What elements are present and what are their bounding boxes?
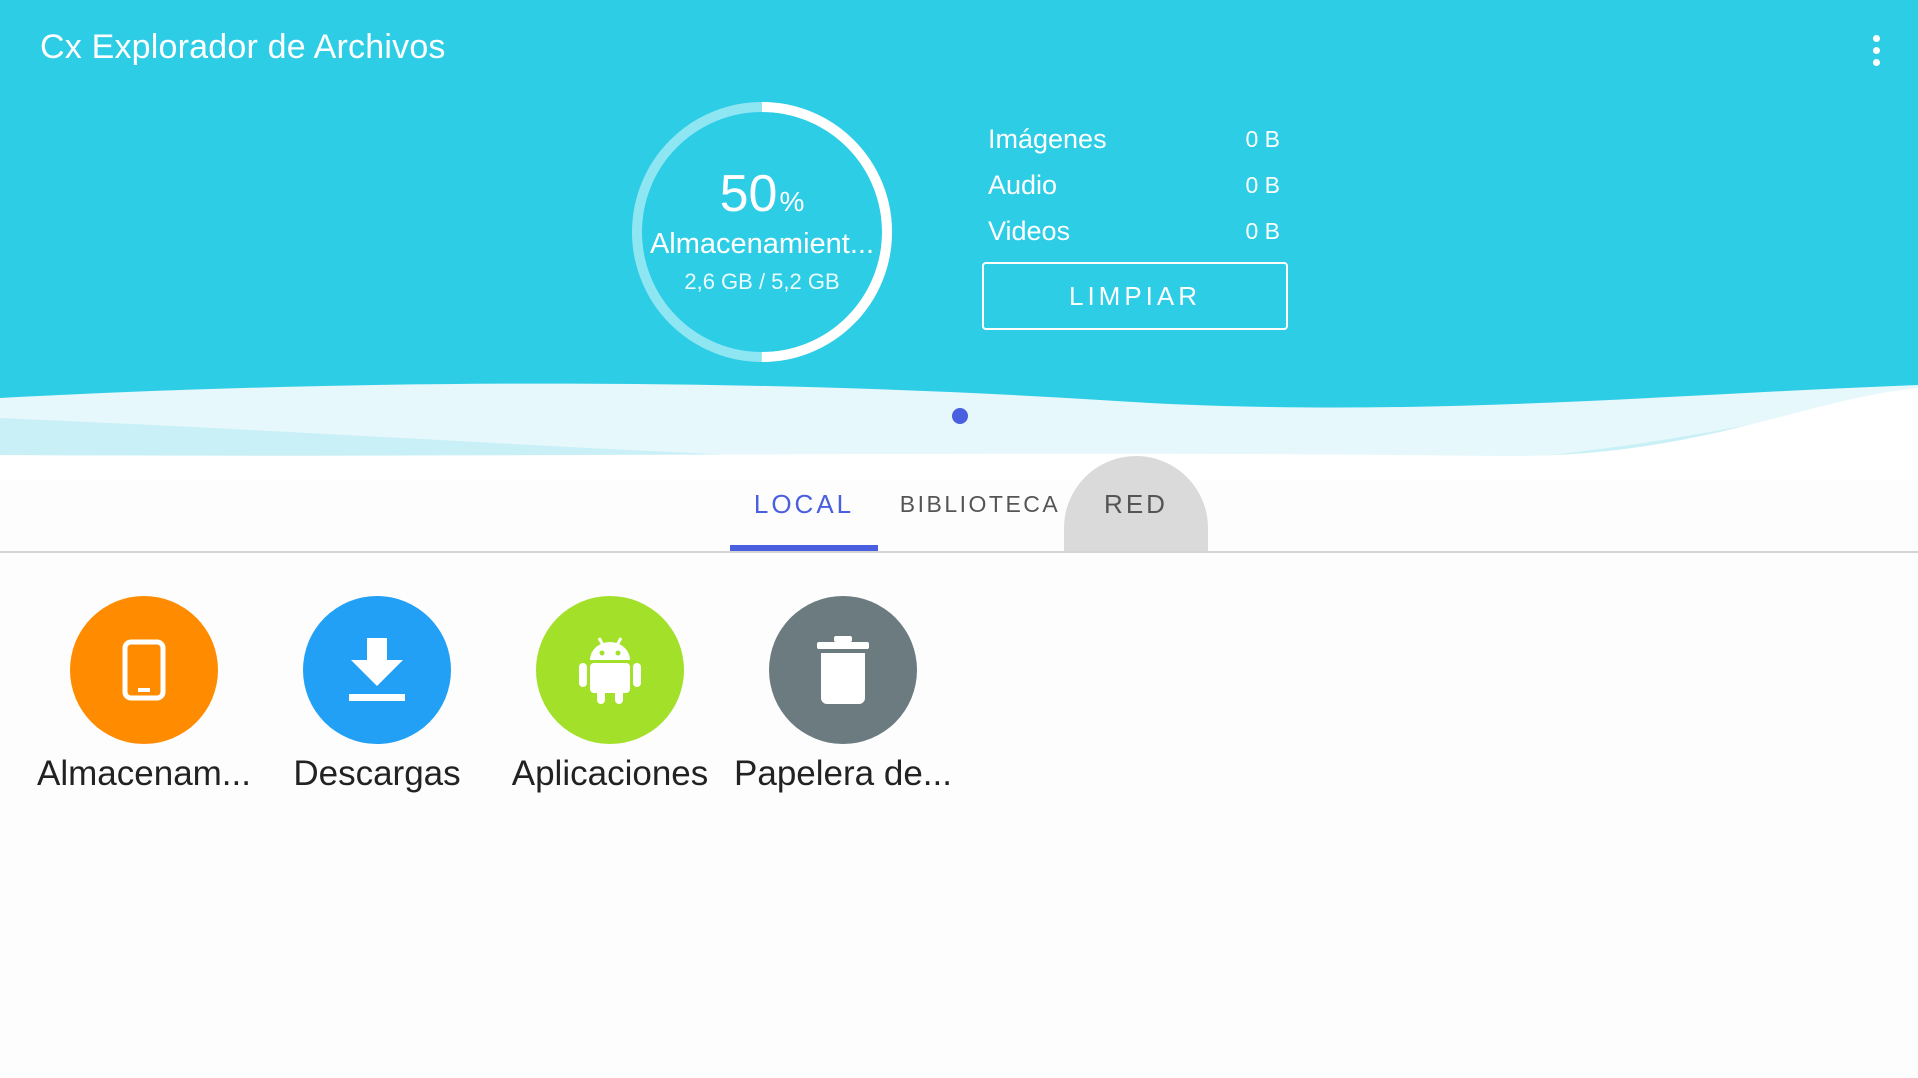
storage-name: Almacenamient... — [649, 227, 875, 260]
shortcut-icon-circle — [303, 596, 451, 744]
tab-label: RED — [1104, 488, 1168, 519]
stat-label: Audio — [988, 169, 1058, 200]
app-window: Cx Explorador de Archivos 50 % Almacenam… — [0, 0, 1918, 1078]
tab-label: LOCAL — [753, 488, 855, 519]
shortcut-label: Descargas — [293, 754, 461, 793]
tablet-icon — [122, 639, 166, 701]
stat-value: 0 B — [1245, 217, 1280, 244]
storage-summary: 50 % Almacenamient... 2,6 GB / 5,2 GB — [622, 92, 902, 372]
android-icon — [579, 637, 641, 704]
shortcut-label: Almacenam... — [37, 754, 251, 793]
trash-icon — [817, 636, 869, 704]
shortcut-applications[interactable]: Aplicaciones — [500, 596, 720, 794]
stat-row-videos: Videos 0 B — [988, 208, 1288, 254]
shortcut-label: Aplicaciones — [511, 754, 709, 793]
stat-label: Videos — [988, 215, 1071, 246]
storage-size: 2,6 GB / 5,2 GB — [684, 268, 840, 294]
shortcut-label: Papelera de... — [734, 754, 952, 793]
stat-value: 0 B — [1245, 171, 1280, 198]
download-icon — [349, 638, 405, 701]
tab-biblioteca[interactable]: BIBLIOTECA — [892, 456, 1068, 552]
overflow-menu-button[interactable] — [1856, 26, 1896, 74]
page-indicator-dot — [952, 408, 968, 424]
tab-bar: LOCAL BIBLIOTECA RED — [0, 456, 1918, 552]
shortcut-icon-circle — [769, 596, 917, 744]
shortcut-trash[interactable]: Papelera de... — [733, 596, 953, 794]
app-title: Cx Explorador de Archivos — [40, 28, 446, 66]
tab-label: BIBLIOTECA — [899, 490, 1061, 517]
tab-red[interactable]: RED — [1064, 456, 1208, 552]
tab-local[interactable]: LOCAL — [730, 456, 878, 552]
stat-row-images: Imágenes 0 B — [988, 116, 1288, 162]
media-stats: Imágenes 0 B Audio 0 B Videos 0 B — [988, 116, 1288, 254]
more-vert-icon-dot — [1872, 46, 1880, 54]
storage-percent: 50 % — [720, 164, 805, 224]
clean-button[interactable]: LIMPIAR — [982, 262, 1288, 330]
tabs-divider — [0, 551, 1918, 553]
storage-percent-value: 50 — [719, 164, 778, 223]
stat-value: 0 B — [1245, 125, 1280, 152]
more-vert-icon-dot — [1872, 58, 1880, 66]
shortcut-icon-circle — [536, 596, 684, 744]
stat-row-audio: Audio 0 B — [988, 162, 1288, 208]
more-vert-icon — [1872, 34, 1880, 42]
shortcut-icon-circle — [70, 596, 218, 744]
shortcut-downloads[interactable]: Descargas — [267, 596, 487, 794]
storage-percent-sign: % — [779, 185, 805, 217]
stat-label: Imágenes — [988, 123, 1107, 154]
shortcut-storage[interactable]: Almacenam... — [34, 596, 254, 794]
